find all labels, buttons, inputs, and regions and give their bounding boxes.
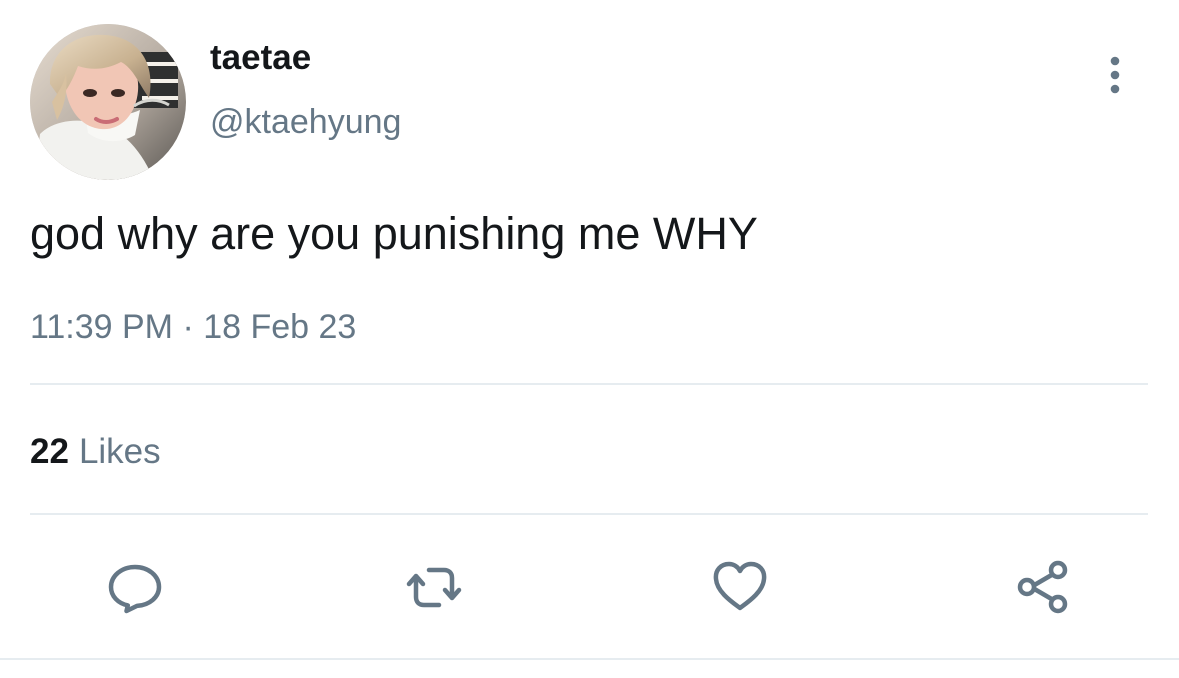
avatar-photo xyxy=(30,24,186,180)
tweet-timestamp[interactable]: 11:39 PM · 18 Feb 23 xyxy=(30,306,356,348)
share-button[interactable] xyxy=(1013,560,1071,614)
share-icon xyxy=(1017,560,1068,614)
likes-label: Likes xyxy=(78,432,161,471)
like-button[interactable] xyxy=(711,560,769,614)
bottom-divider xyxy=(0,658,1179,660)
author-display-name[interactable]: taetae xyxy=(210,38,311,78)
retweet-icon xyxy=(406,567,462,608)
comment-icon xyxy=(108,564,162,614)
likes-summary[interactable]: 22 Likes xyxy=(30,431,161,473)
tweet-detail: taetae @ktaehyung god why are you punish… xyxy=(0,0,1179,678)
metadata-divider xyxy=(30,383,1148,385)
more-options-button[interactable] xyxy=(1096,54,1134,96)
vertical-dots-icon xyxy=(1110,56,1120,94)
retweet-button[interactable] xyxy=(405,560,463,614)
heart-icon xyxy=(713,561,767,611)
likes-count: 22 xyxy=(30,432,69,471)
reply-button[interactable] xyxy=(106,560,164,614)
actions-divider xyxy=(30,513,1148,515)
author-handle[interactable]: @ktaehyung xyxy=(210,102,401,142)
tweet-text: god why are you punishing me WHY xyxy=(30,208,758,259)
author-avatar[interactable] xyxy=(30,24,186,180)
